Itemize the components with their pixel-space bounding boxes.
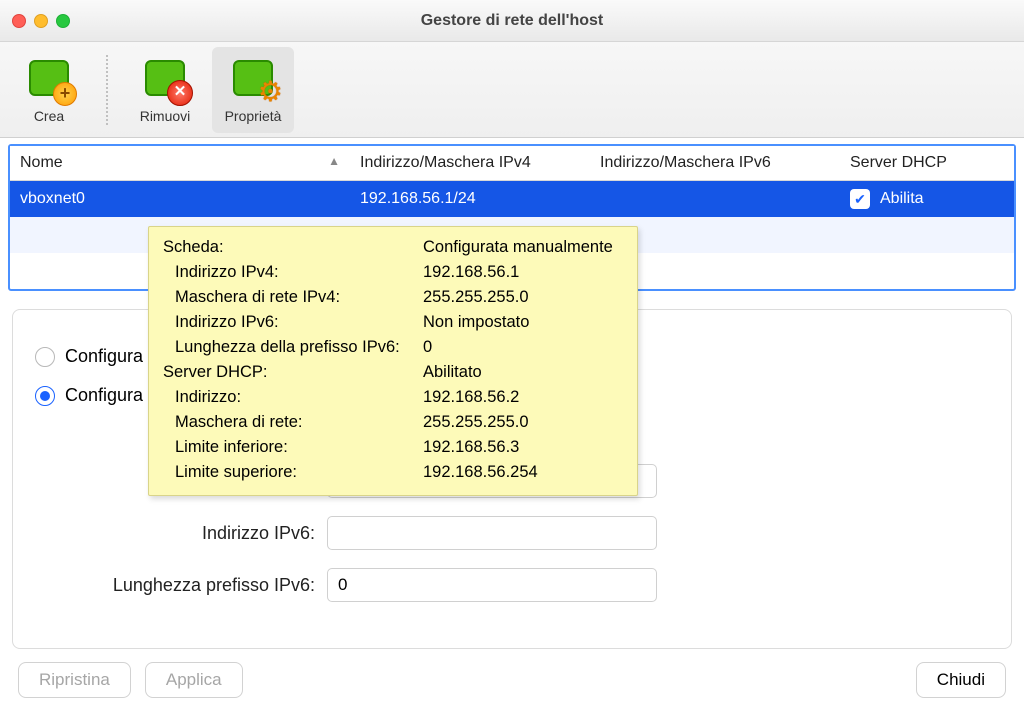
window-title: Gestore di rete dell'host	[0, 12, 1024, 30]
reset-button[interactable]: Ripristina	[18, 662, 131, 698]
tooltip-value: Configurata manualmente	[419, 235, 621, 260]
sort-asc-icon: ▲	[328, 154, 340, 172]
tooltip-row: Indirizzo IPv6:Non impostato	[159, 310, 621, 335]
col-name-label: Nome	[20, 154, 63, 172]
toolbar: Crea Rimuovi Proprietà	[0, 42, 1024, 138]
ipv6-len-label: Lunghezza prefisso IPv6:	[35, 575, 315, 596]
tooltip-row: Scheda:Configurata manualmente	[159, 235, 621, 260]
tooltip-value: 0	[419, 335, 621, 360]
tooltip-value: 192.168.56.2	[419, 385, 621, 410]
cell-ipv4: 192.168.56.1/24	[350, 182, 590, 216]
tooltip-row: Server DHCP:Abilitato	[159, 360, 621, 385]
tooltip-row: Limite inferiore:192.168.56.3	[159, 435, 621, 460]
tooltip-row: Indirizzo IPv4:192.168.56.1	[159, 260, 621, 285]
tooltip-value: 255.255.255.0	[419, 410, 621, 435]
tooltip-value: Non impostato	[419, 310, 621, 335]
radio-manual-label: Configura	[65, 385, 143, 406]
tooltip-value: 192.168.56.1	[419, 260, 621, 285]
table-row[interactable]: vboxnet0 192.168.56.1/24 ✔ Abilita	[10, 181, 1014, 217]
toolbar-properties-label: Proprietà	[225, 108, 282, 124]
tooltip-value: 192.168.56.3	[419, 435, 621, 460]
apply-label: Applica	[166, 670, 222, 690]
tooltip-key: Indirizzo IPv6:	[159, 310, 419, 335]
tooltip-table: Scheda:Configurata manualmenteIndirizzo …	[159, 235, 621, 485]
toolbar-create-button[interactable]: Crea	[8, 47, 90, 133]
tooltip-key: Limite superiore:	[159, 460, 419, 485]
tooltip-key: Maschera di rete:	[159, 410, 419, 435]
toolbar-remove-button[interactable]: Rimuovi	[124, 47, 206, 133]
col-ipv4[interactable]: Indirizzo/Maschera IPv4	[350, 146, 590, 180]
table-header-row: Nome ▲ Indirizzo/Maschera IPv4 Indirizzo…	[10, 146, 1014, 181]
adapter-details-tooltip: Scheda:Configurata manualmenteIndirizzo …	[148, 226, 638, 496]
toolbar-separator	[106, 55, 108, 125]
radio-icon	[35, 347, 55, 367]
toolbar-create-label: Crea	[34, 108, 64, 124]
close-button[interactable]: Chiudi	[916, 662, 1006, 698]
tooltip-key: Scheda:	[159, 235, 419, 260]
tooltip-value: 255.255.255.0	[419, 285, 621, 310]
dialog-footer: Ripristina Applica Chiudi	[0, 662, 1024, 698]
toolbar-remove-label: Rimuovi	[140, 108, 191, 124]
col-dhcp[interactable]: Server DHCP	[840, 146, 1014, 180]
dhcp-enable-checkbox[interactable]: ✔	[850, 189, 870, 209]
tooltip-row: Limite superiore:192.168.56.254	[159, 460, 621, 485]
col-ipv6[interactable]: Indirizzo/Maschera IPv6	[590, 146, 840, 180]
tooltip-row: Indirizzo:192.168.56.2	[159, 385, 621, 410]
cell-ipv6	[590, 191, 840, 207]
tooltip-key: Limite inferiore:	[159, 435, 419, 460]
tooltip-key: Maschera di rete IPv4:	[159, 285, 419, 310]
row-ipv6-addr: Indirizzo IPv6:	[35, 516, 989, 550]
close-window-icon[interactable]	[12, 14, 26, 28]
properties-icon	[227, 56, 279, 104]
tooltip-key: Lunghezza della prefisso IPv6:	[159, 335, 419, 360]
cell-name: vboxnet0	[10, 182, 350, 216]
close-label: Chiudi	[937, 670, 985, 690]
col-name[interactable]: Nome ▲	[10, 146, 350, 180]
ipv6-addr-input[interactable]	[327, 516, 657, 550]
radio-auto-label: Configura	[65, 346, 143, 367]
tooltip-row: Lunghezza della prefisso IPv6:0	[159, 335, 621, 360]
remove-icon	[139, 56, 191, 104]
tooltip-row: Maschera di rete:255.255.255.0	[159, 410, 621, 435]
tooltip-value: Abilitato	[419, 360, 621, 385]
zoom-window-icon[interactable]	[56, 14, 70, 28]
titlebar: Gestore di rete dell'host	[0, 0, 1024, 42]
row-ipv6-len: Lunghezza prefisso IPv6:	[35, 568, 989, 602]
tooltip-row: Maschera di rete IPv4:255.255.255.0	[159, 285, 621, 310]
cell-dhcp: ✔ Abilita	[840, 181, 1014, 217]
ipv6-addr-label: Indirizzo IPv6:	[35, 523, 315, 544]
radio-icon	[35, 386, 55, 406]
tooltip-key: Server DHCP:	[159, 360, 419, 385]
tooltip-value: 192.168.56.254	[419, 460, 621, 485]
create-icon	[23, 56, 75, 104]
tooltip-key: Indirizzo IPv4:	[159, 260, 419, 285]
apply-button[interactable]: Applica	[145, 662, 243, 698]
reset-label: Ripristina	[39, 670, 110, 690]
tooltip-key: Indirizzo:	[159, 385, 419, 410]
window-controls	[0, 14, 70, 28]
dhcp-enable-label: Abilita	[880, 190, 924, 208]
ipv6-len-input[interactable]	[327, 568, 657, 602]
toolbar-properties-button[interactable]: Proprietà	[212, 47, 294, 133]
minimize-window-icon[interactable]	[34, 14, 48, 28]
